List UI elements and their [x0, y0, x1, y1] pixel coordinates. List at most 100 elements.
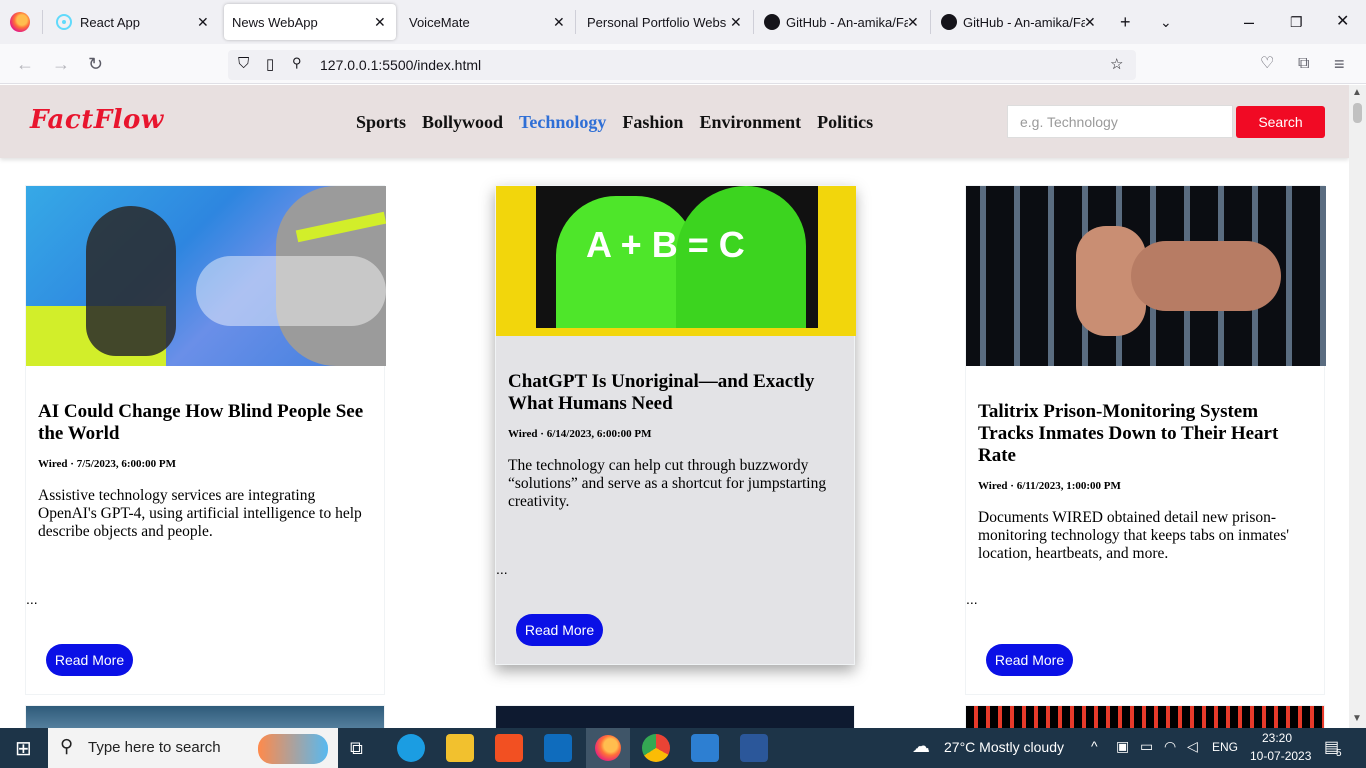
search-highlight-icon — [258, 734, 328, 764]
news-image — [966, 186, 1326, 366]
shield-icon[interactable]: ⛉ — [238, 55, 249, 72]
image-equation: A + B = C — [586, 224, 745, 265]
read-more-button[interactable]: Read More — [516, 614, 603, 646]
image-shape — [196, 256, 386, 326]
windows-start-icon[interactable]: ⊞ — [15, 736, 32, 761]
close-icon[interactable]: ✕ — [553, 14, 565, 31]
news-title[interactable]: ChatGPT Is Unoriginal—and Exactly What H… — [508, 371, 842, 415]
search-input[interactable] — [1007, 105, 1233, 138]
permissions-icon[interactable]: ⚲ — [292, 55, 302, 71]
news-ellipsis: ... — [966, 591, 978, 607]
read-more-button[interactable]: Read More — [46, 644, 133, 676]
scroll-up-icon[interactable]: ▲ — [1352, 87, 1362, 98]
new-tab-icon[interactable]: + — [1120, 12, 1131, 32]
page-scrollbar[interactable]: ▲ ▼ — [1349, 85, 1366, 728]
restore-icon[interactable]: ❐ — [1290, 12, 1303, 32]
battery-icon[interactable]: ▭ — [1140, 738, 1153, 755]
site-header: FactFlow Sports Bollywood Technology Fas… — [0, 85, 1349, 158]
close-window-icon[interactable]: ✕ — [1336, 12, 1349, 32]
firefox-taskbar-icon[interactable] — [586, 728, 630, 768]
menu-icon[interactable]: ≡ — [1334, 52, 1345, 76]
tab-github-1[interactable]: GitHub - An-amika/Fa ✕ — [764, 0, 924, 44]
tab-github-2[interactable]: GitHub - An-amika/Fa ✕ — [941, 0, 1101, 44]
news-description: The technology can help cut through buzz… — [508, 457, 827, 510]
volume-icon[interactable]: ◁ — [1187, 738, 1198, 755]
vscode-icon[interactable] — [691, 734, 719, 762]
news-image — [26, 186, 386, 366]
nav-item-environment[interactable]: Environment — [699, 112, 801, 133]
firefox-icon[interactable] — [10, 12, 30, 32]
chrome-icon[interactable] — [642, 734, 670, 762]
nav-item-technology[interactable]: Technology — [519, 112, 606, 133]
github-icon — [941, 14, 957, 30]
news-meta: Wired · 6/14/2023, 6:00:00 PM — [508, 428, 652, 440]
site-logo[interactable]: FactFlow — [30, 105, 164, 135]
pocket-icon[interactable]: ♡ — [1260, 52, 1274, 76]
taskbar-search[interactable]: ⚲ Type here to search — [48, 728, 338, 768]
close-icon[interactable]: ✕ — [1084, 14, 1096, 31]
page-viewport: FactFlow Sports Bollywood Technology Fas… — [0, 85, 1349, 728]
search-button[interactable]: Search — [1236, 106, 1325, 138]
forward-icon[interactable]: → — [52, 52, 70, 76]
category-nav: Sports Bollywood Technology Fashion Envi… — [356, 112, 873, 133]
minimize-icon[interactable]: – — [1244, 12, 1254, 32]
tab-separator — [753, 10, 754, 34]
taskbar-search-placeholder: Type here to search — [88, 739, 221, 756]
nav-item-politics[interactable]: Politics — [817, 112, 873, 133]
news-card-partial[interactable] — [25, 705, 385, 728]
nav-item-sports[interactable]: Sports — [356, 112, 406, 133]
tab-react-app[interactable]: React App ✕ — [56, 0, 216, 44]
tab-separator — [930, 10, 931, 34]
tab-voicemate[interactable]: VoiceMate ✕ — [409, 0, 569, 44]
clock-time[interactable]: 23:20 — [1262, 731, 1292, 745]
news-ellipsis: ... — [26, 591, 38, 607]
weather-icon: ☁ — [912, 736, 930, 756]
clock-date[interactable]: 10-07-2023 — [1250, 749, 1311, 763]
reload-icon[interactable]: ↻ — [88, 52, 103, 76]
chevron-up-icon[interactable]: ^ — [1091, 738, 1098, 754]
news-meta: Wired · 7/5/2023, 6:00:00 PM — [38, 458, 176, 470]
address-bar[interactable]: ⛉ ▯ ⚲ 127.0.0.1:5500/index.html ☆ — [228, 50, 1136, 80]
scroll-down-icon[interactable]: ▼ — [1352, 713, 1362, 724]
news-description: Documents WIRED obtained detail new pris… — [978, 509, 1290, 562]
nav-item-fashion[interactable]: Fashion — [622, 112, 683, 133]
close-icon[interactable]: ✕ — [197, 14, 209, 31]
meet-icon[interactable]: ▣ — [1116, 738, 1129, 755]
back-icon[interactable]: ← — [16, 52, 34, 76]
news-card: AI Could Change How Blind People See the… — [25, 185, 386, 695]
github-icon — [764, 14, 780, 30]
page-icon[interactable]: ▯ — [266, 55, 274, 73]
scroll-thumb[interactable] — [1353, 103, 1362, 123]
tab-portfolio[interactable]: Personal Portfolio Website ✕ — [587, 0, 747, 44]
image-shape — [1131, 241, 1281, 311]
weather-text[interactable]: 27°C Mostly cloudy — [944, 739, 1064, 755]
task-view-icon[interactable]: ⧉ — [350, 738, 363, 759]
firefox-icon — [595, 735, 621, 761]
nav-item-bollywood[interactable]: Bollywood — [422, 112, 503, 133]
chevron-down-icon[interactable]: ⌄ — [1160, 12, 1172, 32]
news-image: A + B = C — [496, 186, 856, 336]
read-more-button[interactable]: Read More — [986, 644, 1073, 676]
tab-news-webapp[interactable]: News WebApp ✕ — [224, 4, 396, 40]
react-icon — [56, 14, 72, 30]
extensions-icon[interactable]: ⧉ — [1298, 52, 1309, 76]
bookmark-star-icon[interactable]: ☆ — [1110, 55, 1123, 73]
taskbar: ⊞ ⚲ Type here to search ⧉ ☁ 27°C Mostly … — [0, 728, 1366, 768]
news-title[interactable]: AI Could Change How Blind People See the… — [38, 401, 372, 445]
news-description: Assistive technology services are integr… — [38, 487, 362, 540]
url-text[interactable]: 127.0.0.1:5500/index.html — [320, 57, 481, 73]
wifi-icon[interactable]: ◠ — [1164, 738, 1176, 755]
close-icon[interactable]: ✕ — [374, 14, 386, 31]
close-icon[interactable]: ✕ — [907, 14, 919, 31]
tab-separator — [575, 10, 576, 34]
news-card-partial[interactable] — [495, 705, 855, 728]
news-card-partial[interactable] — [965, 705, 1325, 728]
word-icon[interactable] — [740, 734, 768, 762]
language-indicator[interactable]: ENG — [1212, 740, 1238, 754]
store-icon[interactable] — [495, 734, 523, 762]
close-icon[interactable]: ✕ — [730, 14, 742, 31]
news-title[interactable]: Talitrix Prison-Monitoring System Tracks… — [978, 401, 1312, 467]
edge-icon[interactable] — [397, 734, 425, 762]
mail-icon[interactable] — [544, 734, 572, 762]
file-explorer-icon[interactable] — [446, 734, 474, 762]
